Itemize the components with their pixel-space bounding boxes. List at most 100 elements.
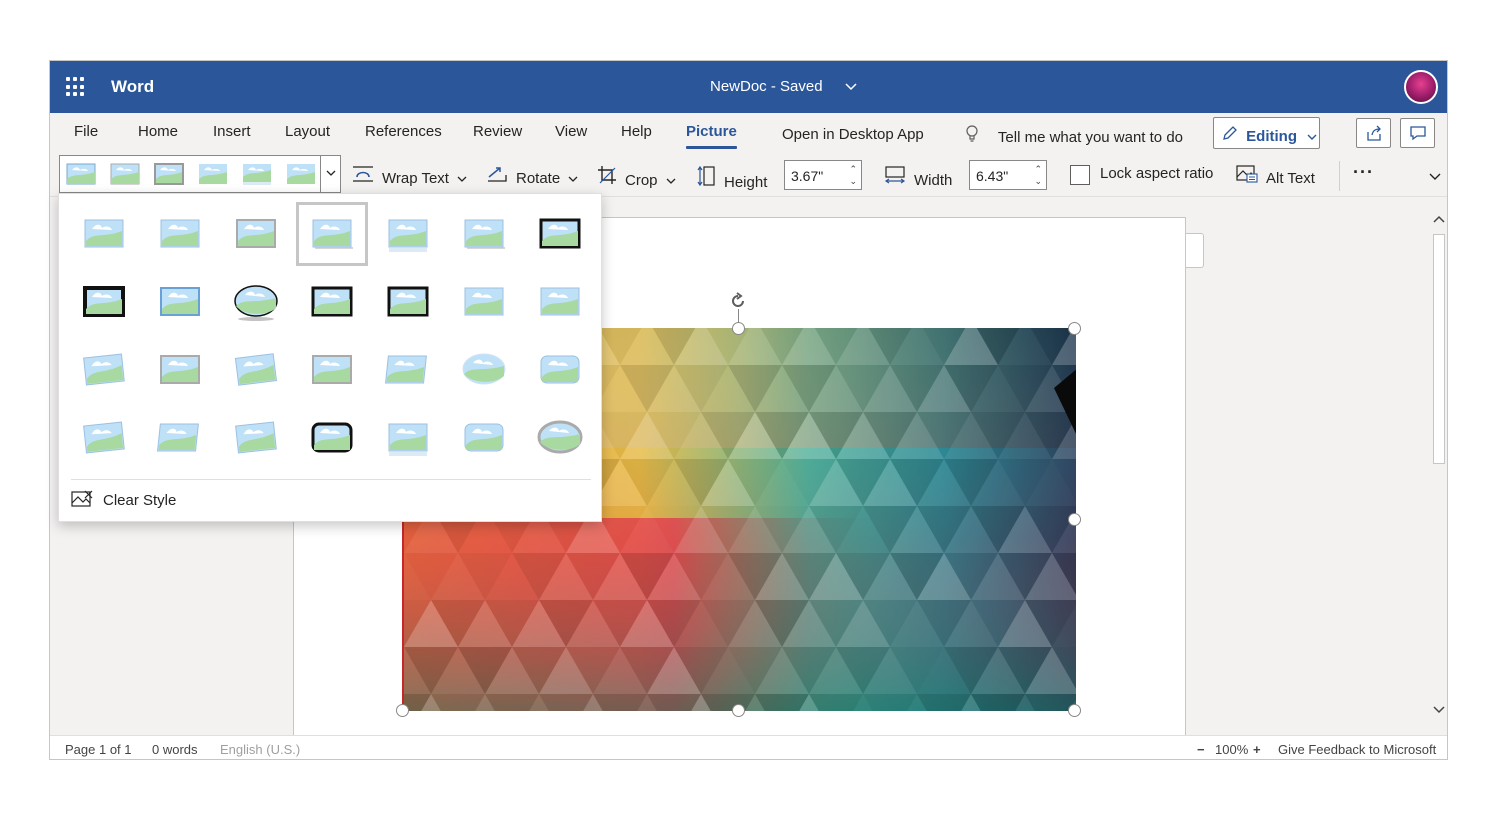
picture-style-option[interactable] (220, 406, 292, 470)
tab-file[interactable]: File (74, 123, 98, 140)
rotate-button[interactable]: Rotate (486, 165, 578, 187)
picture-style-option[interactable] (68, 270, 140, 334)
picture-style-option[interactable] (524, 406, 596, 470)
zoom-in-button[interactable]: + (1253, 742, 1261, 757)
resize-handle[interactable] (732, 704, 745, 717)
picture-style-option[interactable] (524, 270, 596, 334)
picture-style-option[interactable] (372, 406, 444, 470)
document-title[interactable]: NewDoc - Saved (710, 78, 857, 95)
crop-icon (597, 165, 617, 189)
picture-style-option[interactable] (144, 338, 216, 402)
more-options-button[interactable]: ··· (1353, 162, 1374, 183)
resize-handle[interactable] (732, 322, 745, 335)
tab-references[interactable]: References (365, 123, 442, 140)
picture-style-thumb[interactable] (286, 163, 316, 190)
title-bar: Word NewDoc - Saved (50, 61, 1447, 113)
picture-style-option[interactable] (448, 202, 520, 266)
picture-style-preview-icon (462, 353, 506, 385)
tab-help[interactable]: Help (621, 123, 652, 140)
picture-style-option[interactable] (372, 338, 444, 402)
picture-style-option[interactable] (448, 338, 520, 402)
picture-style-option[interactable] (144, 202, 216, 266)
picture-style-option[interactable] (68, 338, 140, 402)
tell-me-search[interactable]: Tell me what you want to do (966, 125, 1183, 146)
avatar[interactable] (1404, 70, 1438, 104)
picture-style-option[interactable] (68, 202, 140, 266)
picture-style-preview-icon (384, 355, 427, 384)
spinner-arrows-icon[interactable]: ⌃ ⌄ (1034, 163, 1042, 187)
resize-handle[interactable] (1068, 704, 1081, 717)
lock-aspect-ratio-label[interactable]: Lock aspect ratio (1100, 165, 1213, 182)
width-input[interactable]: 6.43" ⌃ ⌄ (969, 160, 1047, 190)
picture-style-preview-icon (537, 420, 583, 454)
picture-style-option[interactable] (220, 338, 292, 402)
picture-style-option[interactable] (448, 406, 520, 470)
resize-handle[interactable] (1068, 322, 1081, 335)
picture-style-thumb[interactable] (110, 163, 140, 190)
picture-style-option[interactable] (296, 270, 368, 334)
picture-style-option[interactable] (220, 270, 292, 334)
picture-style-preview-icon (311, 286, 353, 317)
wrap-text-label: Wrap Text (382, 170, 449, 187)
tab-home[interactable]: Home (138, 123, 178, 140)
picture-style-preview-icon (312, 219, 353, 249)
chevron-down-icon[interactable] (1429, 170, 1441, 184)
resize-handle[interactable] (396, 704, 409, 717)
picture-style-option[interactable] (296, 406, 368, 470)
crop-button[interactable]: Crop (597, 165, 676, 189)
tab-picture[interactable]: Picture (686, 123, 737, 149)
height-input[interactable]: 3.67" ⌃ ⌄ (784, 160, 862, 190)
picture-style-option[interactable] (144, 270, 216, 334)
picture-style-option[interactable] (372, 202, 444, 266)
picture-style-preview-icon (312, 355, 352, 384)
zoom-out-button[interactable]: − (1197, 742, 1205, 757)
lock-aspect-ratio-checkbox[interactable] (1070, 165, 1090, 185)
picture-style-preview-icon (388, 219, 428, 252)
app-name[interactable]: Word (111, 77, 154, 97)
feedback-link[interactable]: Give Feedback to Microsoft (1278, 742, 1436, 757)
spinner-arrows-icon[interactable]: ⌃ ⌄ (849, 163, 857, 187)
picture-style-option[interactable] (68, 406, 140, 470)
picture-style-option[interactable] (372, 270, 444, 334)
clear-style-button[interactable]: Clear Style (71, 490, 176, 512)
tab-insert[interactable]: Insert (213, 123, 251, 140)
picture-style-thumb[interactable] (242, 163, 272, 190)
tab-review[interactable]: Review (473, 123, 522, 140)
resize-handle[interactable] (1068, 513, 1081, 526)
language-status[interactable]: English (U.S.) (220, 742, 300, 757)
zoom-level[interactable]: 100% (1215, 742, 1248, 757)
page-count[interactable]: Page 1 of 1 (65, 742, 132, 757)
tab-view[interactable]: View (555, 123, 587, 140)
picture-style-preview-icon (160, 219, 200, 248)
picture-style-option[interactable] (144, 406, 216, 470)
width-value: 6.43" (976, 168, 1009, 184)
app-launcher-icon[interactable] (66, 77, 86, 97)
vertical-scrollbar[interactable] (1429, 198, 1447, 735)
scroll-thumb[interactable] (1433, 234, 1445, 464)
picture-style-thumb[interactable] (198, 163, 228, 190)
open-in-desktop-app-button[interactable]: Open in Desktop App (782, 126, 924, 143)
chevron-down-icon (1307, 128, 1317, 145)
picture-style-option[interactable] (524, 202, 596, 266)
share-button[interactable] (1356, 118, 1391, 148)
comments-button[interactable] (1400, 118, 1435, 148)
chevron-down-icon[interactable] (320, 156, 340, 192)
picture-style-option[interactable] (296, 338, 368, 402)
picture-styles-gallery[interactable] (59, 155, 341, 193)
picture-style-preview-icon (464, 423, 504, 452)
chevron-down-icon[interactable] (845, 78, 857, 95)
picture-style-option[interactable] (220, 202, 292, 266)
word-count[interactable]: 0 words (152, 742, 198, 757)
picture-style-thumb[interactable] (66, 163, 96, 190)
picture-style-option[interactable] (296, 202, 368, 266)
picture-style-option[interactable] (448, 270, 520, 334)
alt-text-button[interactable]: Alt Text (1236, 165, 1315, 187)
scroll-down-icon[interactable] (1433, 703, 1445, 717)
picture-style-preview-icon (539, 218, 581, 249)
picture-style-thumb[interactable] (154, 163, 184, 190)
editing-mode-button[interactable]: Editing (1213, 117, 1320, 149)
tab-layout[interactable]: Layout (285, 123, 330, 140)
scroll-up-icon[interactable] (1433, 212, 1445, 226)
picture-style-option[interactable] (524, 338, 596, 402)
wrap-text-button[interactable]: Wrap Text (352, 165, 467, 187)
